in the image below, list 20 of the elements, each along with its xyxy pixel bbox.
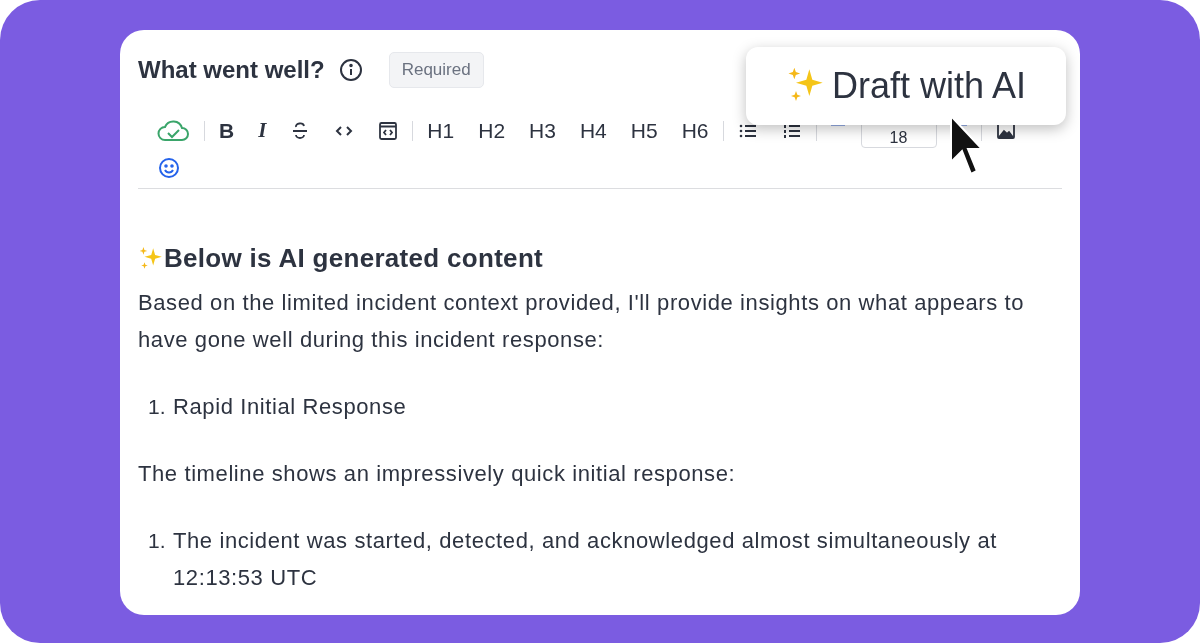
list-item-text: Rapid Initial Response [173,393,408,421]
sparkles-icon [138,245,164,272]
heading-button[interactable]: H6 [669,115,721,147]
heading-button[interactable]: H5 [618,115,670,147]
info-icon [338,58,363,82]
heading-button[interactable]: H3 [517,115,568,147]
field-title: What went well? [138,55,325,85]
heading-button[interactable]: H2 [466,115,518,147]
content-heading: Below is AI generated content [164,242,544,275]
list-number: 1. [148,528,167,554]
heading-button[interactable]: H1 [415,115,467,147]
bold-button[interactable]: B [207,115,247,147]
italic-button[interactable]: I [246,115,279,147]
list-number: 1. [148,394,167,420]
required-badge: Required [388,52,484,88]
paragraph: Based on the limited incident context provided, I'll provide insights on what appears to have gone well during this incident response: [138,289,1026,354]
paragraph: The timeline shows an impressively quick initial response: [138,460,737,488]
draft-with-ai-menu[interactable]: Draft with AI [746,47,1066,125]
list-item-text: The incident was started, detected, and acknowledged almost simultaneously at 12:13:53 UTC [173,527,998,592]
heading-button[interactable]: H4 [567,115,619,147]
